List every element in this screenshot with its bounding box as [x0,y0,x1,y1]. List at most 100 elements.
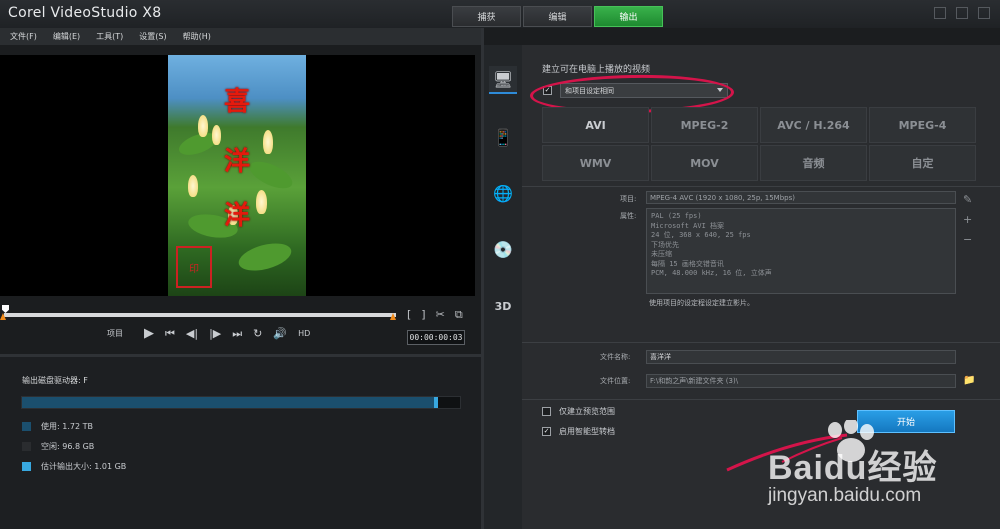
next-frame-icon[interactable]: |▶ [209,327,221,340]
properties-label: 属性: [620,212,637,220]
legend-free: 空闲: 96.8 GB [22,441,94,452]
baidu-watermark-text: Baidu经验 [768,449,938,487]
menu-edit[interactable]: 编辑(E) [53,31,80,42]
menu-help[interactable]: 帮助(H) [183,31,211,42]
cut-icon[interactable]: ✂ [436,308,445,322]
red-seal-stamp: 印 [176,246,212,288]
end-icon[interactable]: ⏭ [232,327,242,341]
device-icon[interactable]: 📱 [489,123,517,151]
project-mode-label[interactable]: 项目 [107,328,123,339]
hd-preview-toggle[interactable]: HD [298,329,310,338]
title-bar: Corel VideoStudio X8 捕获 编辑 输出 [0,0,1000,28]
menu-tools[interactable]: 工具(T) [96,31,123,42]
option-smart-render[interactable]: ✓ 启用智能型转档 [542,426,615,437]
format-wmv[interactable]: WMV [542,145,649,181]
flower-shape [212,125,221,145]
flower-shape [188,175,198,197]
maximize-button[interactable] [956,7,968,19]
preview-range-checkbox[interactable] [542,407,551,416]
tab-share[interactable]: 输出 [594,6,663,27]
divider [522,186,1000,187]
disc-icon[interactable]: 💿 [489,235,517,263]
tab-capture[interactable]: 捕获 [452,6,521,27]
computer-icon[interactable]: 🖥 [489,66,517,94]
home-icon[interactable]: ⏮ [165,327,175,341]
legend-used: 使用: 1.72 TB [22,421,93,432]
leaf-shape [245,156,297,194]
smart-render-checkbox[interactable]: ✓ [542,427,551,436]
filename-value: 喜洋洋 [650,353,671,361]
window-controls [934,7,990,19]
props-line: 每隔 15 画格交错音讯 [651,259,724,268]
format-avc[interactable]: AVC / H.264 [760,107,867,143]
app-title: Corel VideoStudio X8 [8,5,162,21]
disk-info-panel: 输出磁盘驱动器: F 使用: 1.72 TB 空闲: 96.8 GB 估计输出大… [0,357,481,529]
props-line: 24 位, 368 x 640, 25 fps [651,231,751,239]
mark-out-icon[interactable]: ] [421,308,425,322]
mark-in-icon[interactable]: [ [407,308,411,322]
props-line: 下场优先 [651,240,679,249]
video-frame: 喜 洋 洋 印 [168,55,306,296]
free-label: 空闲: 96.8 GB [41,442,95,451]
menu-file[interactable]: 文件(F) [10,31,37,42]
play-icon[interactable]: ▶ [144,326,154,341]
tab-edit[interactable]: 编辑 [523,6,592,27]
project-label: 项目: [620,195,637,203]
workspace-tabs: 捕获 编辑 输出 [452,6,663,27]
overlay-title-char-2: 洋 [223,147,251,177]
location-value: F:\和韵之声\新建文件夹 (3)\ [650,377,739,385]
format-mpeg4[interactable]: MPEG-4 [869,107,976,143]
location-label: 文件位置: [600,377,631,385]
previous-frame-icon[interactable]: ◀| [186,327,198,340]
properties-box: PAL (25 fps) Microsoft AVI 档案 24 位, 368 … [646,208,956,294]
menu-settings[interactable]: 设置(S) [139,31,166,42]
location-input[interactable]: F:\和韵之声\新建文件夹 (3)\ [646,374,956,388]
project-profile-value: MPEG-4 AVC (1920 x 1080, 25p, 15Mbps) [650,193,795,202]
estimated-swatch [22,462,31,471]
edit-pencil-icon[interactable]: ✎ [963,193,972,206]
format-mov[interactable]: MOV [651,145,758,181]
format-mpeg2[interactable]: MPEG-2 [651,107,758,143]
legend-estimated: 估计输出大小: 1.01 GB [22,461,126,472]
timeline-scrubber[interactable] [0,302,475,322]
flower-shape [263,130,273,154]
props-line: PCM, 48.000 kHz, 16 位, 立体声 [651,269,772,277]
format-custom[interactable]: 自定 [869,145,976,181]
volume-icon[interactable]: 🔊 [273,327,287,340]
timecode-display[interactable]: 00:00:00:03 [407,330,465,345]
used-label: 使用: 1.72 TB [41,422,93,431]
disk-usage-fill [22,397,439,408]
estimated-output-mark [434,397,439,408]
scrub-track[interactable] [4,313,396,317]
add-icon[interactable]: + [963,213,972,226]
format-avi[interactable]: AVI [542,107,649,143]
filename-input[interactable]: 喜洋洋 [646,350,956,364]
preview-range-label: 仅建立预览范围 [559,407,615,416]
transport-controls: 项目 ▶ ⏮ ◀| |▶ ⏭ ↻ 🔊 HD [107,326,310,341]
3d-icon[interactable]: 3D [489,292,517,320]
profile-tools: ✎ + − [963,193,972,246]
flower-shape [198,115,208,137]
share-category-bar: 🖥 📱 🌐 💿 3D [484,45,522,529]
repeat-icon[interactable]: ↻ [253,327,262,340]
output-drive-label: 输出磁盘驱动器: F [22,376,88,385]
remove-icon[interactable]: − [963,233,972,246]
filename-label: 文件名称: [600,353,631,361]
option-preview-range[interactable]: 仅建立预览范围 [542,406,615,417]
copy-icon[interactable]: ⧉ [455,308,463,322]
folder-icon[interactable]: 📁 [963,375,975,386]
format-audio[interactable]: 音频 [760,145,867,181]
web-icon[interactable]: 🌐 [489,179,517,207]
used-swatch [22,422,31,431]
section-title: 建立可在电脑上播放的视频 [542,65,651,75]
baidu-watermark-url: jingyan.baidu.com [768,485,922,506]
close-button[interactable] [978,7,990,19]
divider [522,342,1000,343]
scrub-handle[interactable] [2,305,9,313]
menu-bar: 文件(F) 编辑(E) 工具(T) 设置(S) 帮助(H) [0,28,481,45]
minimize-button[interactable] [934,7,946,19]
free-swatch [22,442,31,451]
project-profile-select[interactable]: MPEG-4 AVC (1920 x 1080, 25p, 15Mbps) [646,191,956,204]
estimated-label: 估计输出大小: 1.01 GB [41,462,127,471]
leaf-shape [235,238,295,276]
